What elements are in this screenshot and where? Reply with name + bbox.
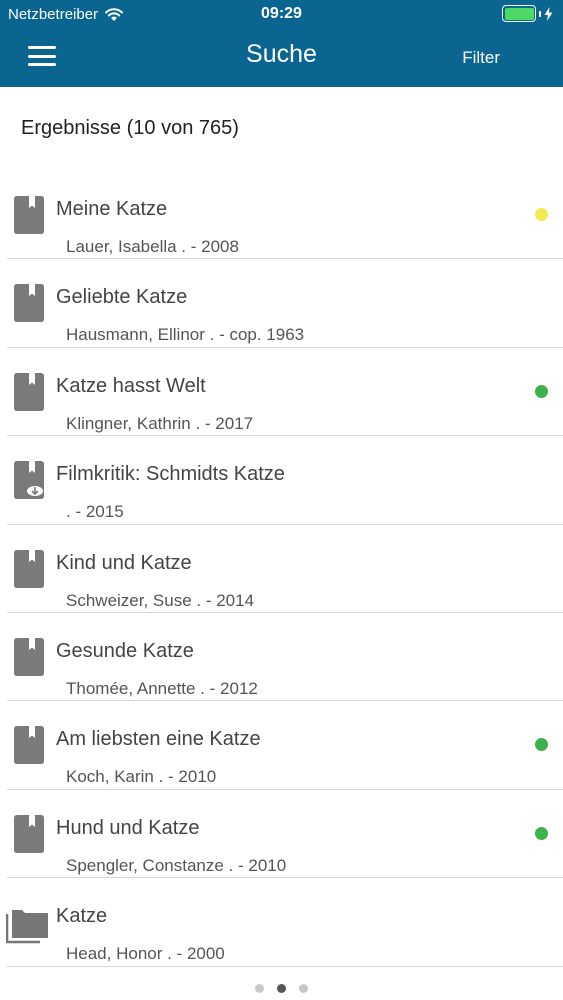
book-icon — [13, 637, 44, 676]
book-icon — [13, 283, 44, 323]
battery-icon — [502, 5, 536, 22]
navigation-bar: Suche Filter — [0, 30, 563, 87]
result-title: Filmkritik: Schmidts Katze — [56, 463, 285, 486]
hamburger-menu-icon[interactable] — [28, 44, 56, 68]
availability-status-dot — [535, 384, 548, 398]
battery-indicator — [502, 5, 553, 22]
result-row[interactable]: Filmkritik: Schmidts Katze . - 2015 — [0, 436, 563, 525]
result-row[interactable]: Hund und Katze Spengler, Constanze . - 20… — [0, 790, 563, 879]
result-row[interactable]: Meine Katze Lauer, Isabella . - 2008 — [0, 171, 563, 260]
result-title: Katze — [56, 905, 108, 928]
result-author-year: Thomée, Annette . - 2012 — [66, 678, 258, 698]
result-author-year: Klingner, Kathrin . - 2017 — [66, 413, 254, 433]
result-author-year: Spengler, Constanze . - 2010 — [66, 855, 287, 875]
result-title: Kind und Katze — [56, 551, 192, 574]
page-dot[interactable] — [277, 984, 286, 993]
charging-bolt-icon — [544, 6, 553, 21]
result-author-year: Hausmann, Ellinor . - cop. 1963 — [66, 325, 305, 345]
result-title: Geliebte Katze — [56, 286, 188, 309]
status-bar: Netzbetreiber 09:29 — [0, 0, 563, 30]
page-indicator — [0, 984, 563, 993]
book-icon — [13, 372, 44, 411]
result-row[interactable]: Gesunde Katze Thomée, Annette . - 2012 — [0, 613, 563, 702]
result-title: Am liebsten eine Katze — [56, 728, 261, 751]
result-title: Gesunde Katze — [56, 639, 194, 662]
book-icon — [13, 725, 44, 765]
folder-stack-icon — [5, 904, 50, 944]
book-icon — [13, 549, 44, 588]
result-author-year: Koch, Karin . - 2010 — [66, 767, 217, 787]
result-row[interactable]: Katze Head, Honor . - 2000 — [0, 878, 563, 967]
result-title: Hund und Katze — [56, 816, 200, 839]
result-row[interactable]: Katze hasst Welt Klingner, Kathrin . - 20… — [0, 348, 563, 437]
book-icon — [13, 814, 44, 853]
result-author-year: Lauer, Isabella . - 2008 — [66, 237, 239, 256]
result-author-year: Schweizer, Suse . - 2014 — [66, 590, 255, 610]
page-dot[interactable] — [255, 984, 264, 993]
availability-status-dot — [535, 208, 548, 221]
result-title: Meine Katze — [56, 198, 168, 220]
result-row[interactable]: Kind und Katze Schweizer, Suse . - 2014 — [0, 525, 563, 614]
result-row[interactable]: Geliebte Katze Hausmann, Ellinor . - cop.… — [0, 259, 563, 349]
results-list: Meine Katze Lauer, Isabella . - 2008 Gelie… — [0, 171, 563, 967]
page-dot[interactable] — [299, 984, 308, 993]
availability-status-dot — [535, 826, 548, 840]
filter-button[interactable]: Filter — [462, 48, 500, 68]
result-title: Katze hasst Welt — [56, 374, 206, 397]
result-author-year: . - 2015 — [66, 502, 124, 522]
book-icon — [13, 195, 44, 234]
availability-status-dot — [535, 738, 548, 752]
ebook-download-icon — [13, 460, 44, 500]
results-count-header: Ergebnisse (10 von 765) — [21, 117, 239, 139]
result-row[interactable]: Am liebsten eine Katze Koch, Karin . - 20… — [0, 701, 563, 791]
top-bar: Netzbetreiber 09:29 Suche Filter — [0, 0, 563, 87]
result-author-year: Head, Honor . - 2000 — [66, 944, 225, 964]
status-time: 09:29 — [261, 5, 302, 22]
